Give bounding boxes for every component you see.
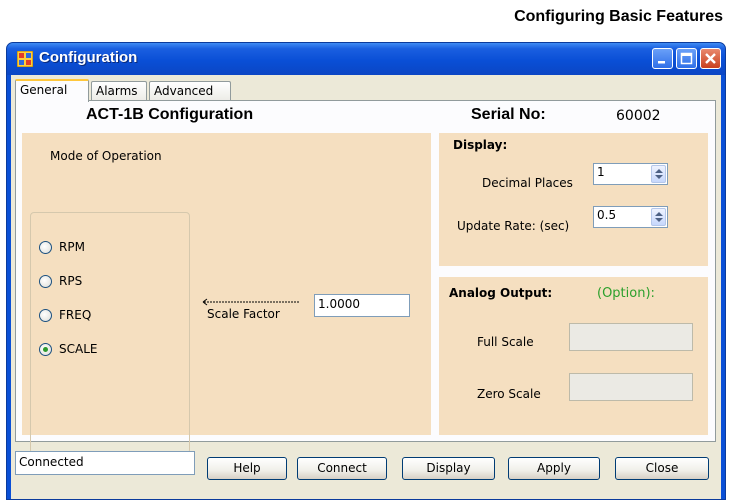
minimize-icon <box>658 61 665 64</box>
full-scale-input[interactable] <box>569 323 693 351</box>
chevron-up-icon[interactable] <box>655 212 663 216</box>
title-bar[interactable]: Configuration <box>7 43 725 75</box>
configuration-window: Configuration General Alarms Advanced AC… <box>6 42 726 500</box>
radio-label: RPS <box>59 274 83 288</box>
arrow-left-icon <box>202 298 300 306</box>
radio-button[interactable] <box>39 309 52 322</box>
chevron-down-icon[interactable] <box>655 218 663 222</box>
zero-scale-label: Zero Scale <box>477 387 541 401</box>
mode-radio-group: RPM RPS FREQ SCALE <box>30 212 190 454</box>
close-window-button[interactable] <box>700 48 721 69</box>
apply-button[interactable]: Apply <box>508 457 600 480</box>
radio-button-selected[interactable] <box>39 343 52 356</box>
close-button[interactable]: Close <box>615 457 709 480</box>
page-heading: Configuring Basic Features <box>514 8 723 25</box>
zero-scale-input[interactable] <box>569 373 693 401</box>
chevron-up-icon[interactable] <box>655 169 663 173</box>
display-title: Display: <box>453 138 508 152</box>
close-icon <box>705 53 716 64</box>
tab-alarms[interactable]: Alarms <box>91 81 147 101</box>
window-title: Configuration <box>39 49 138 66</box>
mode-of-operation-label: Mode of Operation <box>50 149 162 163</box>
maximize-button[interactable] <box>676 48 697 69</box>
display-panel: Display: Decimal Places 1 Update Rate: (… <box>439 133 708 266</box>
scale-factor-input[interactable]: 1.0000 <box>314 294 410 317</box>
stepper-buttons[interactable] <box>651 165 666 183</box>
stepper-buttons[interactable] <box>651 208 666 226</box>
radio-label: FREQ <box>59 308 92 322</box>
update-rate-value: 0.5 <box>597 208 617 222</box>
tab-general[interactable]: General <box>15 79 89 102</box>
app-icon <box>16 50 34 68</box>
window-client: General Alarms Advanced ACT-1B Configura… <box>11 75 721 499</box>
update-rate-stepper[interactable]: 0.5 <box>593 206 668 228</box>
decimal-places-value: 1 <box>597 165 605 179</box>
serial-label: Serial No: <box>471 106 546 123</box>
connection-status: Connected <box>15 451 195 475</box>
selected-dot <box>43 347 48 352</box>
radio-label: RPM <box>59 240 85 254</box>
radio-label: SCALE <box>59 342 98 356</box>
scale-factor-label: Scale Factor <box>207 307 280 321</box>
general-tab-panel: ACT-1B Configuration Serial No: 60002 Mo… <box>15 100 716 454</box>
help-button[interactable]: Help <box>207 457 287 480</box>
full-scale-label: Full Scale <box>477 335 534 349</box>
radio-button[interactable] <box>39 275 52 288</box>
mode-panel: Mode of Operation RPM RPS FREQ SCALE Sca… <box>22 133 431 454</box>
radio-button[interactable] <box>39 241 52 254</box>
chevron-down-icon[interactable] <box>655 175 663 179</box>
config-heading: ACT-1B Configuration <box>86 106 254 123</box>
display-button[interactable]: Display <box>402 457 495 480</box>
tab-advanced[interactable]: Advanced <box>149 81 231 101</box>
serial-value: 60002 <box>616 108 661 124</box>
minimize-button[interactable] <box>652 48 673 69</box>
connect-button[interactable]: Connect <box>297 457 387 480</box>
option-label: (Option): <box>597 286 655 301</box>
maximize-icon <box>680 52 693 65</box>
update-rate-label: Update Rate: (sec) <box>457 219 570 233</box>
decimal-places-stepper[interactable]: 1 <box>593 163 668 185</box>
analog-output-title: Analog Output: <box>449 286 553 300</box>
analog-output-panel: Analog Output: (Option): Full Scale Zero… <box>439 277 708 435</box>
decimal-places-label: Decimal Places <box>482 176 573 190</box>
